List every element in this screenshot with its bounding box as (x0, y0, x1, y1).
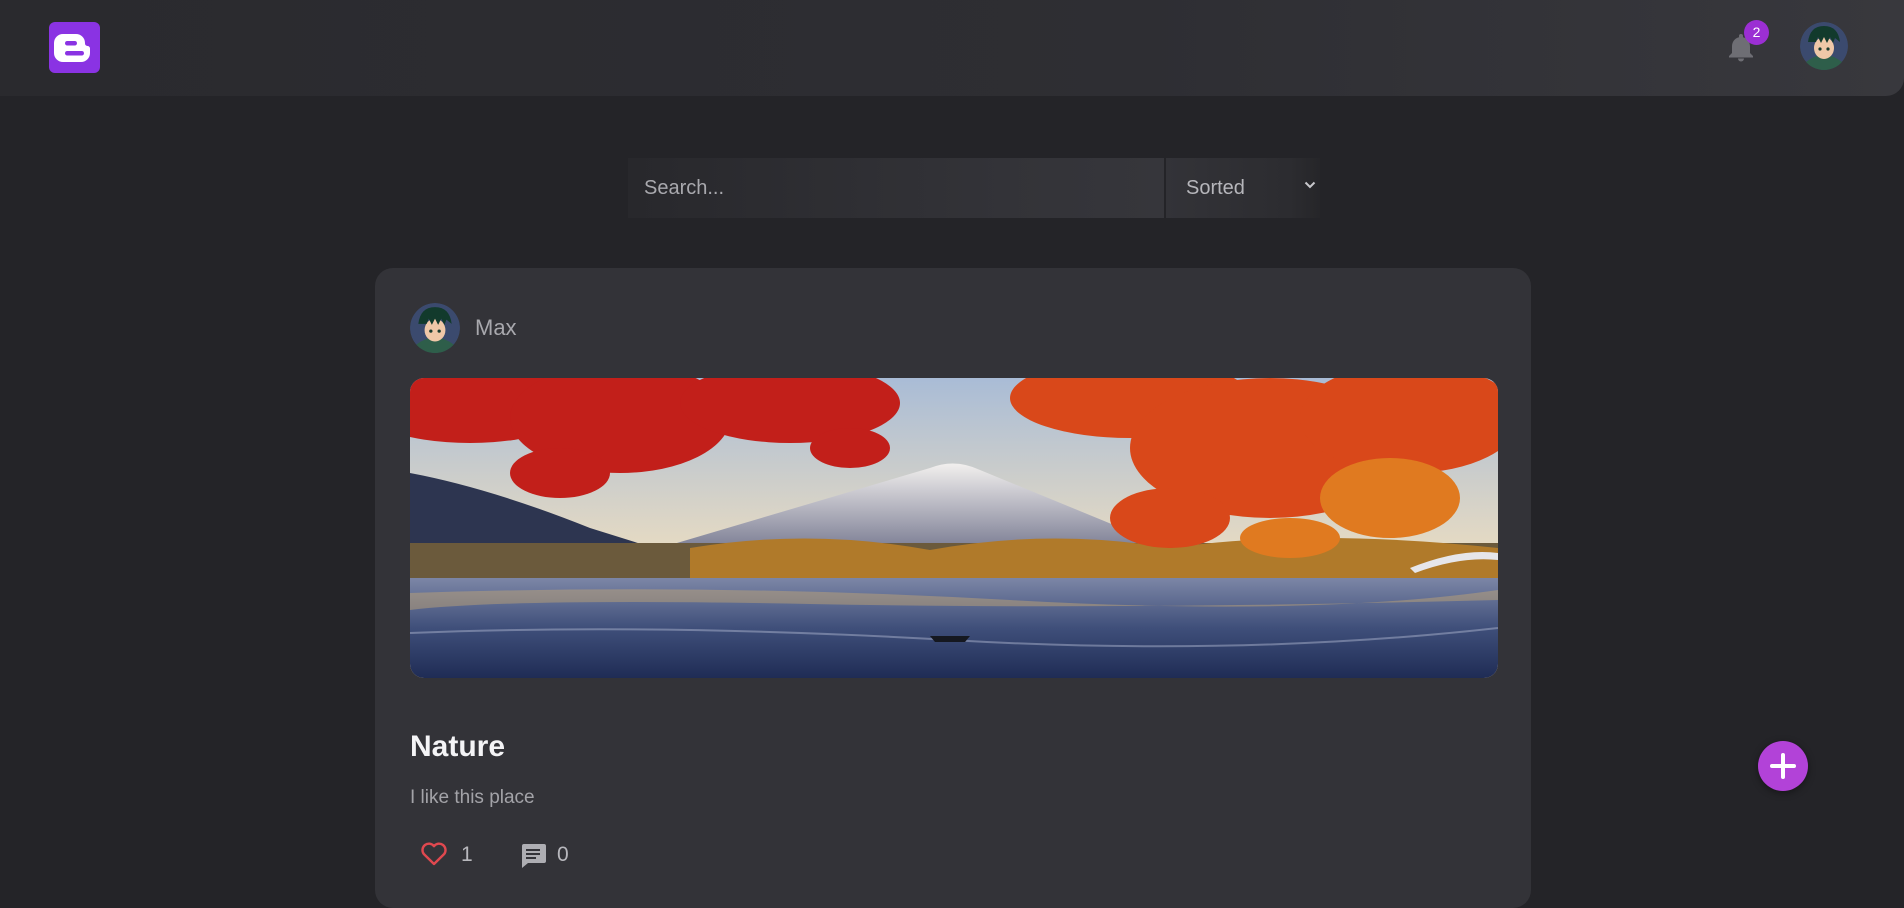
post-title: Nature (410, 730, 506, 763)
post-body-text: I like this place (410, 787, 535, 808)
post-author-avatar[interactable] (410, 303, 460, 353)
post-image (410, 378, 1498, 678)
post-author-name[interactable]: Max (475, 315, 517, 341)
comment-count: 0 (557, 843, 569, 866)
sort-select[interactable]: Sorted (1166, 158, 1320, 218)
heart-outline-icon (421, 842, 447, 866)
comment-button[interactable] (519, 841, 579, 871)
notification-count-badge: 2 (1744, 20, 1769, 45)
add-post-button[interactable] (1758, 741, 1808, 791)
chevron-down-icon (1304, 181, 1316, 189)
plus-icon (1770, 753, 1796, 779)
user-avatar[interactable] (1800, 22, 1848, 70)
search-input[interactable] (628, 158, 1164, 218)
blogger-logo-icon[interactable] (49, 22, 100, 73)
top-navbar (0, 0, 1904, 96)
search-box (628, 158, 1164, 218)
comment-icon (522, 844, 546, 868)
sort-select-label: Sorted (1186, 177, 1245, 199)
like-count: 1 (461, 843, 473, 866)
